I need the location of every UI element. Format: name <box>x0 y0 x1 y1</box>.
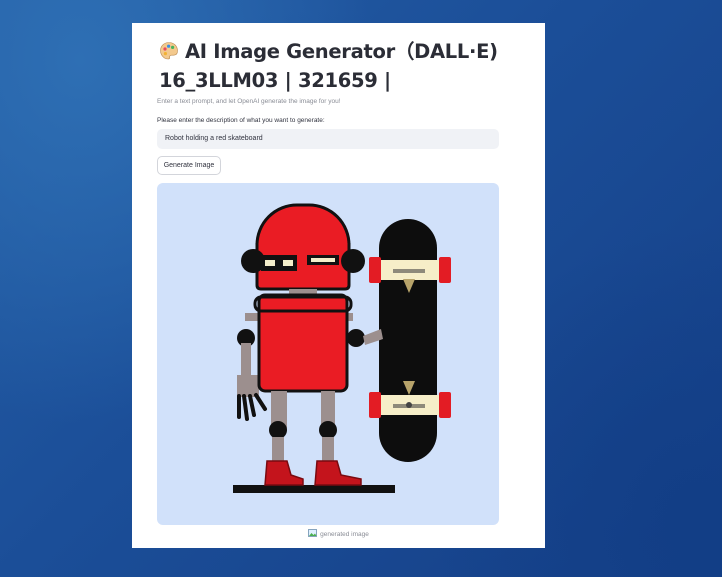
robot-knee-left <box>269 421 287 439</box>
prompt-input[interactable] <box>157 129 499 149</box>
robot-skateboard-illustration <box>233 203 451 493</box>
image-icon <box>308 529 317 539</box>
title-line-2: 16_3LLM03 | 321659 | <box>159 69 391 92</box>
image-caption-text: generated image <box>320 531 369 538</box>
image-caption: generated image <box>132 529 545 539</box>
palette-icon <box>159 41 179 68</box>
app-main-panel: AI Image Generator（DALL·E) 16_3LLM03 | 3… <box>132 23 545 548</box>
generate-image-button[interactable]: Generate Image <box>157 156 221 175</box>
ground-bar <box>233 485 395 493</box>
page-title: AI Image Generator（DALL·E) 16_3LLM03 | 3… <box>159 39 529 94</box>
subtitle-text: Enter a text prompt, and let OpenAI gene… <box>157 98 341 105</box>
robot-shoe-right <box>314 460 362 486</box>
robot-shoe-left <box>264 460 304 486</box>
title-line-1: AI Image Generator（DALL·E) <box>185 40 498 63</box>
robot-body <box>257 293 349 393</box>
robot-ear-right <box>341 249 365 273</box>
prompt-label: Please enter the description of what you… <box>157 117 325 124</box>
generated-image <box>157 183 499 525</box>
skateboard-deck <box>379 219 437 462</box>
robot-knee-right <box>319 421 337 439</box>
robot-hand <box>237 393 267 421</box>
